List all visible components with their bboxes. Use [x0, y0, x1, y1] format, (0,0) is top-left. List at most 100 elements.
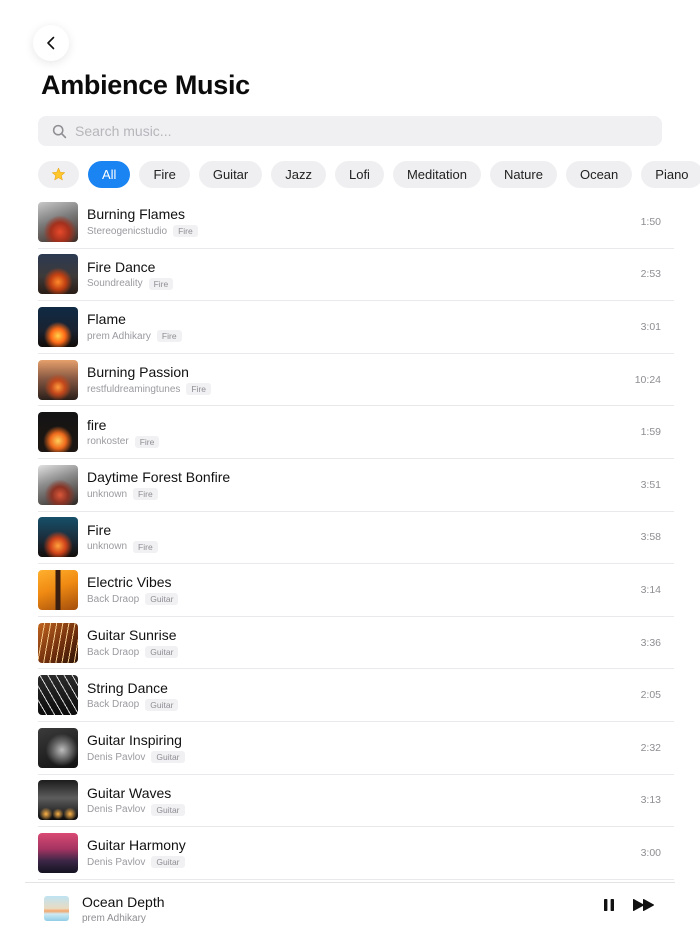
track-duration: 1:59	[640, 426, 661, 439]
track-row[interactable]: String Dance Back Draop Guitar 2:05	[38, 669, 674, 722]
track-artist: ronkoster	[87, 436, 129, 448]
track-title: Guitar Sunrise	[87, 627, 177, 644]
search-bar[interactable]	[38, 116, 662, 146]
filter-chip-all[interactable]: All	[88, 161, 131, 188]
now-playing-artwork	[44, 896, 69, 921]
track-artwork	[38, 359, 78, 400]
skip-forward-button[interactable]	[632, 897, 656, 913]
track-duration: 3:13	[640, 794, 661, 807]
pause-button[interactable]	[602, 897, 616, 913]
track-artwork	[38, 832, 78, 873]
track-row[interactable]: Fire Dance Soundreality Fire 2:53	[38, 249, 674, 302]
track-artist: Back Draop	[87, 699, 140, 711]
track-title: Burning Passion	[87, 364, 189, 381]
track-row[interactable]: Guitar Waves Denis Pavlov Guitar 3:13	[38, 775, 674, 828]
genre-badge: Fire	[173, 225, 198, 238]
chevron-left-icon	[47, 36, 55, 50]
track-title: Daytime Forest Bonfire	[87, 469, 231, 486]
track-row[interactable]: Electric Vibes Back Draop Guitar 3:14	[38, 564, 674, 617]
track-artwork	[38, 780, 78, 821]
track-list: Burning Flames Stereogenicstudio Fire 1:…	[38, 196, 674, 880]
filter-chip-jazz[interactable]: Jazz	[271, 161, 326, 188]
track-artist: unknown	[87, 541, 128, 553]
track-row[interactable]: Flame prem Adhikary Fire 3:01	[38, 301, 674, 354]
filter-chip-meditation[interactable]: Meditation	[392, 161, 481, 188]
track-artist: Stereogenicstudio	[87, 225, 168, 237]
track-duration: 3:58	[640, 531, 661, 544]
track-artist: prem Adhikary	[87, 330, 151, 342]
track-duration: 2:32	[640, 741, 661, 754]
track-artist: Back Draop	[87, 646, 140, 658]
track-duration: 2:53	[640, 268, 661, 281]
filter-chip-piano[interactable]: Piano	[641, 161, 700, 188]
track-artist: Soundreality	[87, 278, 143, 290]
pause-icon	[604, 899, 614, 911]
fast-forward-icon	[633, 899, 654, 911]
track-artist: Denis Pavlov	[87, 751, 146, 763]
track-row[interactable]: Guitar Inspiring Denis Pavlov Guitar 2:3…	[38, 722, 674, 775]
genre-badge: Fire	[148, 277, 174, 290]
genre-badge: Guitar	[151, 856, 185, 869]
track-title: Guitar Waves	[87, 784, 172, 801]
track-title: Electric Vibes	[87, 574, 172, 591]
track-artwork	[38, 675, 78, 716]
track-title: Fire Dance	[87, 258, 156, 275]
search-icon	[52, 124, 67, 139]
now-playing-artist: prem Adhikary	[82, 912, 146, 924]
track-artwork	[38, 464, 78, 505]
genre-badge: Fire	[186, 383, 212, 396]
filter-chip-guitar[interactable]: Guitar	[198, 161, 263, 188]
track-title: Burning Flames	[87, 206, 186, 223]
genre-badge: Fire	[134, 435, 160, 448]
now-playing-title: Ocean Depth	[82, 893, 165, 910]
track-duration: 10:24	[634, 373, 661, 386]
track-title: Flame	[87, 311, 126, 328]
page-title: Ambience Music	[41, 70, 250, 100]
genre-badge: Fire	[133, 540, 158, 553]
track-row[interactable]: Guitar Sunrise Back Draop Guitar 3:36	[38, 617, 674, 670]
track-title: Guitar Inspiring	[87, 732, 182, 749]
star-icon	[52, 167, 65, 181]
track-title: String Dance	[87, 679, 168, 696]
track-artwork	[38, 201, 78, 242]
track-artwork	[38, 622, 78, 663]
track-artwork	[38, 569, 78, 610]
track-duration: 2:05	[640, 689, 661, 702]
genre-badge: Guitar	[145, 593, 179, 606]
track-artwork	[38, 517, 78, 558]
track-duration: 3:14	[640, 583, 661, 596]
filter-chips: All Fire Guitar Jazz Lofi Meditation Nat…	[38, 161, 700, 189]
filter-chip-lofi[interactable]: Lofi	[334, 161, 384, 188]
track-artwork	[38, 306, 78, 347]
track-row[interactable]: Fire unknown Fire 3:58	[38, 512, 674, 565]
filter-chip-nature[interactable]: Nature	[489, 161, 557, 188]
track-row[interactable]: Guitar Harmony Denis Pavlov Guitar 3:00	[38, 827, 674, 880]
track-artwork	[38, 254, 78, 295]
track-artwork	[38, 727, 78, 768]
filter-chip-ocean[interactable]: Ocean	[565, 161, 633, 188]
track-row[interactable]: Daytime Forest Bonfire unknown Fire 3:51	[38, 459, 674, 512]
genre-badge: Fire	[133, 488, 158, 501]
track-row[interactable]: Burning Flames Stereogenicstudio Fire 1:…	[38, 196, 674, 249]
filter-chip-fire[interactable]: Fire	[139, 161, 190, 188]
track-duration: 3:51	[640, 478, 661, 491]
genre-badge: Guitar	[145, 698, 179, 711]
track-duration: 3:36	[640, 636, 661, 649]
track-duration: 1:50	[640, 215, 661, 228]
search-input[interactable]	[75, 123, 635, 139]
back-button[interactable]	[33, 25, 69, 61]
track-artist: unknown	[87, 488, 128, 500]
track-title: fire	[87, 416, 107, 433]
track-row[interactable]: Burning Passion restfuldreamingtunes Fir…	[38, 354, 674, 407]
track-artist: Denis Pavlov	[87, 804, 146, 816]
track-title: Fire	[87, 521, 112, 538]
track-row[interactable]: fire ronkoster Fire 1:59	[38, 406, 674, 459]
genre-badge: Guitar	[145, 646, 179, 659]
track-artist: restfuldreamingtunes	[87, 383, 181, 395]
track-title: Guitar Harmony	[87, 837, 186, 854]
genre-badge: Guitar	[151, 803, 185, 816]
filter-chip-favorites[interactable]	[38, 161, 79, 188]
now-playing-bar[interactable]: Ocean Depth prem Adhikary	[25, 882, 675, 934]
genre-badge: Fire	[156, 330, 182, 343]
track-artwork	[38, 412, 78, 453]
